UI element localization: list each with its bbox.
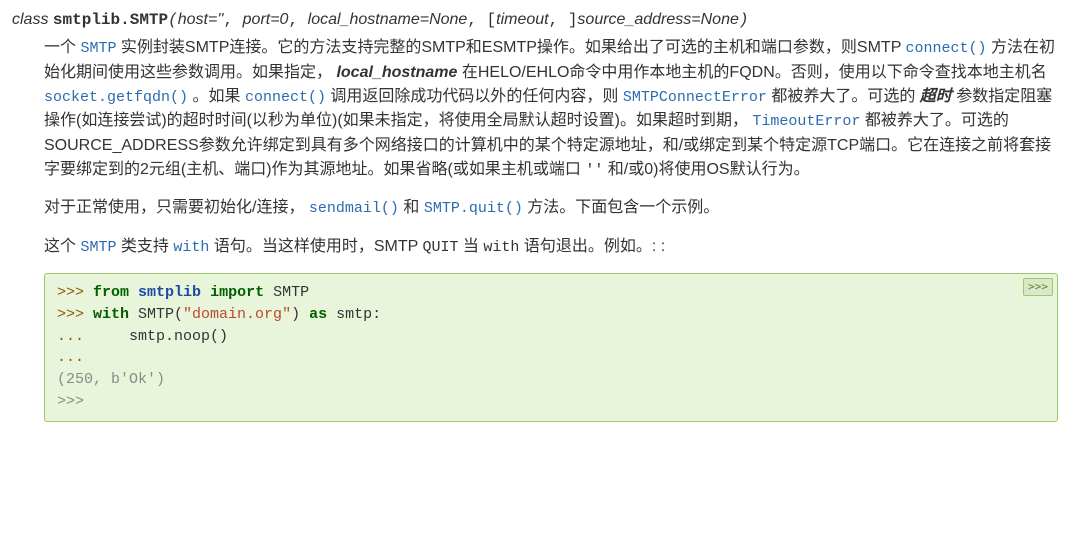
code-text: SMTP (264, 284, 309, 301)
text: 方法。下面包含一个示例。 (523, 199, 719, 216)
text: 类支持 (116, 238, 173, 255)
text: 。如果 (188, 88, 245, 105)
text: 这个 (44, 238, 80, 255)
sig-module: smtplib. (53, 11, 130, 29)
link-smtp[interactable]: SMTP (80, 40, 116, 57)
paragraph-2: 对于正常使用，只需要初始化/连接， sendmail() 和 SMTP.quit… (44, 196, 1058, 221)
sig-comma: , (549, 11, 568, 29)
description: 一个 SMTP 实例封装SMTP连接。它的方法支持完整的SMTP和ESMTP操作… (44, 36, 1058, 422)
link-with[interactable]: with (173, 239, 209, 256)
link-timeouterror[interactable]: TimeoutError (752, 113, 860, 130)
sig-open-paren: ( (168, 11, 178, 29)
sig-param-local-hostname: local_hostname=None (308, 11, 468, 28)
code-module: smtplib (138, 284, 201, 301)
sig-lbracket: [ (487, 11, 497, 29)
text: 和/或0)将使用OS默认行为。 (603, 161, 809, 178)
code-string: "domain.org" (183, 306, 291, 323)
link-smtpconnecterror[interactable]: SMTPConnectError (623, 89, 767, 106)
code-prompt: >>> (57, 306, 93, 323)
em-local-hostname: local_hostname (336, 64, 457, 81)
code-keyword-as: as (309, 306, 327, 323)
code-prompt: >>> (57, 284, 93, 301)
sig-comma: , (288, 11, 307, 29)
sig-comma: , (467, 11, 486, 29)
link-smtp-2[interactable]: SMTP (80, 239, 116, 256)
code-text (201, 284, 210, 301)
literal-quit: QUIT (422, 239, 458, 256)
code-text (129, 284, 138, 301)
text: 语句退出。例如。: : (519, 238, 665, 255)
text: 对于正常使用，只需要初始化/连接， (44, 199, 309, 216)
sig-param-port: port=0 (243, 11, 289, 28)
paragraph-1: 一个 SMTP 实例封装SMTP连接。它的方法支持完整的SMTP和ESMTP操作… (44, 36, 1058, 182)
text: 在HELO/EHLO命令中用作本地主机的FQDN。否则，使用以下命令查找本地主机… (457, 64, 1046, 81)
code-text: smtp: (327, 306, 381, 323)
sig-rbracket: ] (568, 11, 578, 29)
sig-param-timeout: timeout (496, 11, 548, 28)
code-output: (250, b'Ok') (57, 371, 165, 388)
text: 都被养大了。可选的 (767, 88, 920, 105)
link-connect[interactable]: connect() (906, 40, 987, 57)
sig-close-paren: ) (739, 11, 749, 29)
code-keyword-from: from (93, 284, 129, 301)
link-connect-2[interactable]: connect() (245, 89, 326, 106)
paragraph-3: 这个 SMTP 类支持 with 语句。当这样使用时，SMTP QUIT 当 w… (44, 235, 1058, 260)
sig-classname: SMTP (130, 11, 168, 29)
code-keyword-import: import (210, 284, 264, 301)
sig-param-host: host='' (178, 11, 224, 28)
code-cont-prompt: ... (57, 349, 84, 366)
link-sendmail[interactable]: sendmail() (309, 200, 399, 217)
literal-empty-string: '' (585, 162, 603, 179)
code-text: SMTP( (129, 306, 183, 323)
sig-comma: , (223, 11, 242, 29)
text: 调用返回除成功代码以外的任何内容，则 (326, 88, 623, 105)
em-timeout: 超时 (920, 88, 952, 105)
sig-class-keyword: class (12, 11, 53, 28)
text: 和 (399, 199, 424, 216)
text: 当 (458, 238, 483, 255)
text: 一个 (44, 39, 80, 56)
sig-param-source-address: source_address=None (577, 11, 738, 28)
text: 语句。当这样使用时，SMTP (209, 238, 422, 255)
code-keyword-with: with (93, 306, 129, 323)
code-cont-prompt: ... (57, 328, 93, 345)
link-getfqdn[interactable]: socket.getfqdn() (44, 89, 188, 106)
literal-with: with (483, 239, 519, 256)
code-example: >>> >>> from smtplib import SMTP >>> with… (44, 273, 1058, 422)
code-output-prompt: >>> (57, 393, 84, 410)
link-smtp-quit[interactable]: SMTP.quit() (424, 200, 523, 217)
copy-button[interactable]: >>> (1023, 278, 1053, 296)
text: 实例封装SMTP连接。它的方法支持完整的SMTP和ESMTP操作。如果给出了可选… (116, 39, 905, 56)
code-text: smtp.noop() (93, 328, 228, 345)
code-text: ) (291, 306, 309, 323)
class-signature: class smtplib.SMTP(host='', port=0, loca… (12, 8, 1058, 32)
